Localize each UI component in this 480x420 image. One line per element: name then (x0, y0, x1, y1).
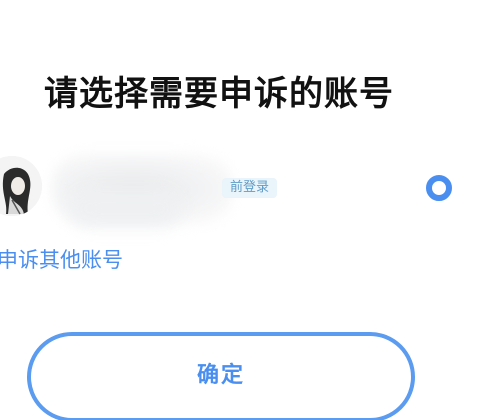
appeal-other-account-link[interactable]: 申诉其他账号 (0, 244, 123, 274)
confirm-button[interactable]: 确定 (27, 332, 415, 420)
account-id-blurred (70, 190, 180, 226)
radio-selected-icon[interactable] (426, 175, 452, 201)
avatar (0, 156, 42, 216)
appeal-account-page: 请选择需要申诉的账号 前登录 申诉其他账号 确定 (0, 0, 480, 420)
page-title: 请选择需要申诉的账号 (44, 74, 394, 114)
current-login-badge: 前登录 (222, 178, 278, 198)
confirm-button-label: 确定 (196, 363, 245, 388)
account-option[interactable]: 前登录 (0, 150, 480, 228)
